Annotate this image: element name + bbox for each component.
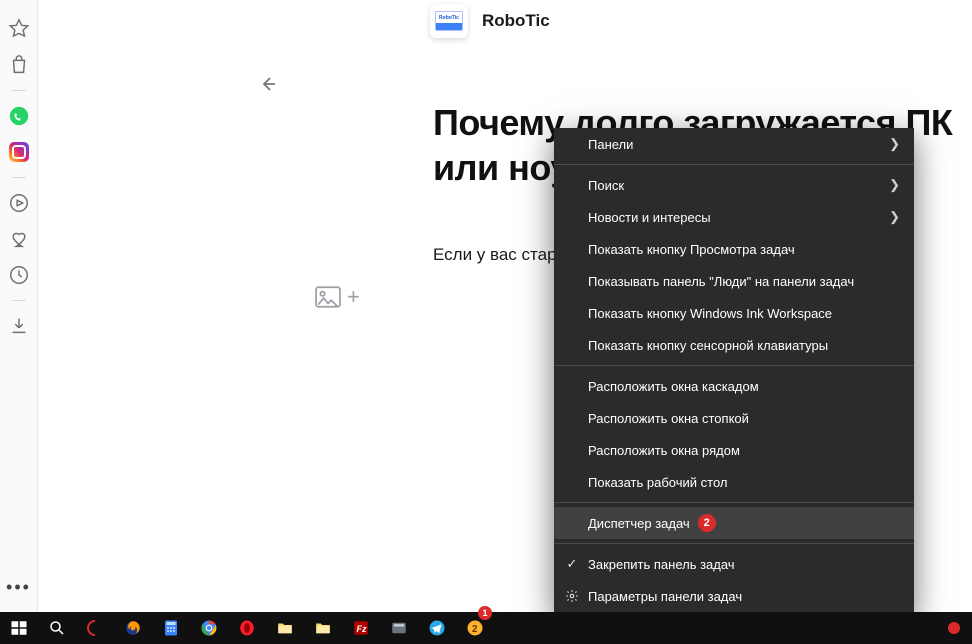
download-icon[interactable]: [8, 315, 30, 337]
channel-name: RoboTic: [482, 11, 550, 31]
taskbar-app-opera2[interactable]: [228, 612, 266, 644]
taskbar-app-calc[interactable]: [152, 612, 190, 644]
menu-divider: [554, 502, 914, 503]
menu-label: Панели: [588, 137, 633, 152]
tray-icon[interactable]: [942, 612, 966, 644]
taskbar-app-explorer[interactable]: [266, 612, 304, 644]
menu-label: Новости и интересы: [588, 210, 711, 225]
whatsapp-icon[interactable]: [8, 105, 30, 127]
menu-label: Расположить окна рядом: [588, 443, 740, 458]
taskbar-app-filezilla[interactable]: Fz: [342, 612, 380, 644]
article-body-start: Если у вас стар: [433, 245, 557, 265]
menu-label: Расположить окна каскадом: [588, 379, 759, 394]
menu-label: Показывать панель "Люди" на панели задач: [588, 274, 854, 289]
menu-label: Диспетчер задач: [588, 516, 690, 531]
check-icon: ✓: [564, 556, 580, 572]
play-circle-icon[interactable]: [8, 192, 30, 214]
search-button[interactable]: [38, 612, 76, 644]
menu-label: Показать кнопку Просмотра задач: [588, 242, 795, 257]
menu-item-desktop[interactable]: Показать рабочий стол: [554, 466, 914, 498]
annotation-badge: 2: [698, 514, 716, 532]
svg-text:Fz: Fz: [357, 624, 367, 634]
taskbar-app-chrome[interactable]: [190, 612, 228, 644]
taskbar-app-opera[interactable]: [76, 612, 114, 644]
app-sidebar: •••: [0, 0, 38, 612]
channel-logo: RoboTic: [430, 4, 468, 38]
annotation-badge: 1: [478, 606, 492, 620]
menu-item-people[interactable]: Показывать панель "Люди" на панели задач: [554, 265, 914, 297]
taskbar-app-telegram[interactable]: [418, 612, 456, 644]
taskbar-app-generic[interactable]: [380, 612, 418, 644]
menu-label: Закрепить панель задач: [588, 557, 735, 572]
instagram-icon[interactable]: [8, 141, 30, 163]
separator: [12, 300, 26, 301]
heart-icon[interactable]: [8, 228, 30, 250]
media-placeholder[interactable]: +: [315, 284, 360, 310]
svg-text:2: 2: [472, 624, 478, 635]
windows-taskbar[interactable]: Fz 21: [0, 612, 972, 644]
chevron-right-icon: ❯: [889, 136, 900, 152]
menu-item-touchkbd[interactable]: Показать кнопку сенсорной клавиатуры: [554, 329, 914, 361]
menu-label: Расположить окна стопкой: [588, 411, 749, 426]
taskbar-app-orange[interactable]: 21: [456, 612, 494, 644]
menu-item-stack[interactable]: Расположить окна стопкой: [554, 402, 914, 434]
channel-header[interactable]: RoboTic RoboTic: [430, 4, 550, 38]
menu-label: Поиск: [588, 178, 624, 193]
menu-item-task-manager[interactable]: Диспетчер задач 2: [554, 507, 914, 539]
back-button[interactable]: [255, 72, 279, 96]
plus-icon: +: [347, 284, 360, 310]
star-icon[interactable]: [8, 18, 30, 40]
menu-label: Показать рабочий стол: [588, 475, 727, 490]
menu-item-taskview[interactable]: Показать кнопку Просмотра задач: [554, 233, 914, 265]
chevron-right-icon: ❯: [889, 177, 900, 193]
taskbar-app-explorer2[interactable]: [304, 612, 342, 644]
menu-item-cascade[interactable]: Расположить окна каскадом: [554, 370, 914, 402]
menu-label: Показать кнопку Windows Ink Workspace: [588, 306, 832, 321]
menu-item-search[interactable]: Поиск ❯: [554, 169, 914, 201]
bag-icon[interactable]: [8, 54, 30, 76]
menu-item-panels[interactable]: Панели ❯: [554, 128, 914, 160]
menu-item-side[interactable]: Расположить окна рядом: [554, 434, 914, 466]
menu-label: Параметры панели задач: [588, 589, 742, 604]
menu-item-news[interactable]: Новости и интересы ❯: [554, 201, 914, 233]
taskbar-context-menu: Панели ❯ Поиск ❯ Новости и интересы ❯ Показ…: [554, 128, 914, 616]
menu-divider: [554, 365, 914, 366]
separator: [12, 177, 26, 178]
gear-icon: [564, 588, 580, 604]
clock-icon[interactable]: [8, 264, 30, 286]
menu-divider: [554, 543, 914, 544]
system-tray[interactable]: [942, 612, 972, 644]
separator: [12, 90, 26, 91]
menu-label: Показать кнопку сенсорной клавиатуры: [588, 338, 828, 353]
taskbar-app-firefox[interactable]: [114, 612, 152, 644]
menu-item-taskbar-settings[interactable]: Параметры панели задач: [554, 580, 914, 612]
menu-divider: [554, 164, 914, 165]
chevron-right-icon: ❯: [889, 209, 900, 225]
menu-item-lock-taskbar[interactable]: ✓ Закрепить панель задач: [554, 548, 914, 580]
menu-item-ink[interactable]: Показать кнопку Windows Ink Workspace: [554, 297, 914, 329]
main-content: RoboTic RoboTic Почему долго загружается…: [38, 0, 972, 612]
start-button[interactable]: [0, 612, 38, 644]
more-icon[interactable]: •••: [6, 577, 31, 598]
